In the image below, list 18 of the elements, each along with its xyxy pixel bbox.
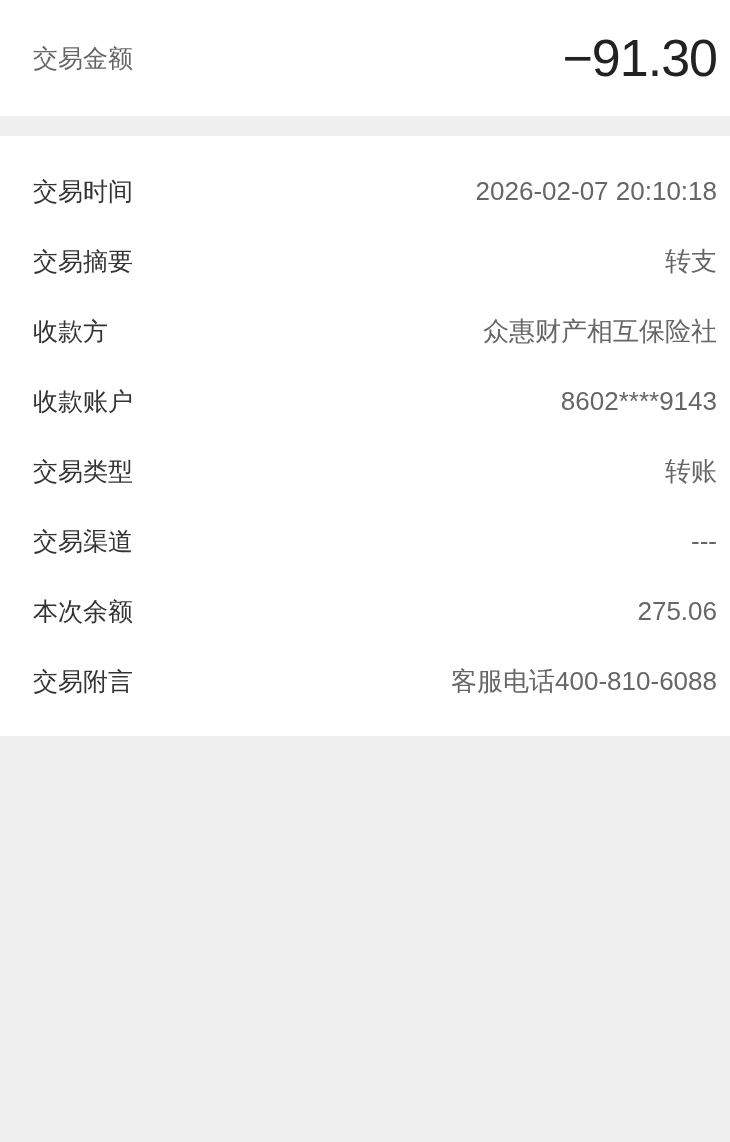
detail-value: 转支	[665, 244, 717, 278]
detail-value: 2026-02-07 20:10:18	[475, 175, 717, 207]
detail-label: 收款方	[33, 315, 108, 348]
detail-value: 275.06	[637, 595, 717, 627]
detail-label: 交易渠道	[33, 525, 133, 558]
detail-value: 转账	[665, 454, 717, 488]
detail-value: 客服电话400-810-6088	[451, 664, 717, 698]
detail-label: 本次余额	[33, 595, 133, 628]
amount-value: −91.30	[562, 28, 717, 88]
detail-label: 交易摘要	[33, 245, 133, 278]
detail-label: 收款账户	[33, 385, 133, 418]
detail-label: 交易附言	[33, 665, 133, 698]
detail-value: 众惠财产相互保险社	[483, 314, 717, 348]
detail-value: ---	[691, 525, 717, 557]
amount-label: 交易金额	[33, 42, 133, 75]
detail-value: 8602****9143	[560, 385, 717, 417]
detail-label: 交易类型	[33, 455, 133, 488]
detail-label: 交易时间	[33, 175, 133, 208]
